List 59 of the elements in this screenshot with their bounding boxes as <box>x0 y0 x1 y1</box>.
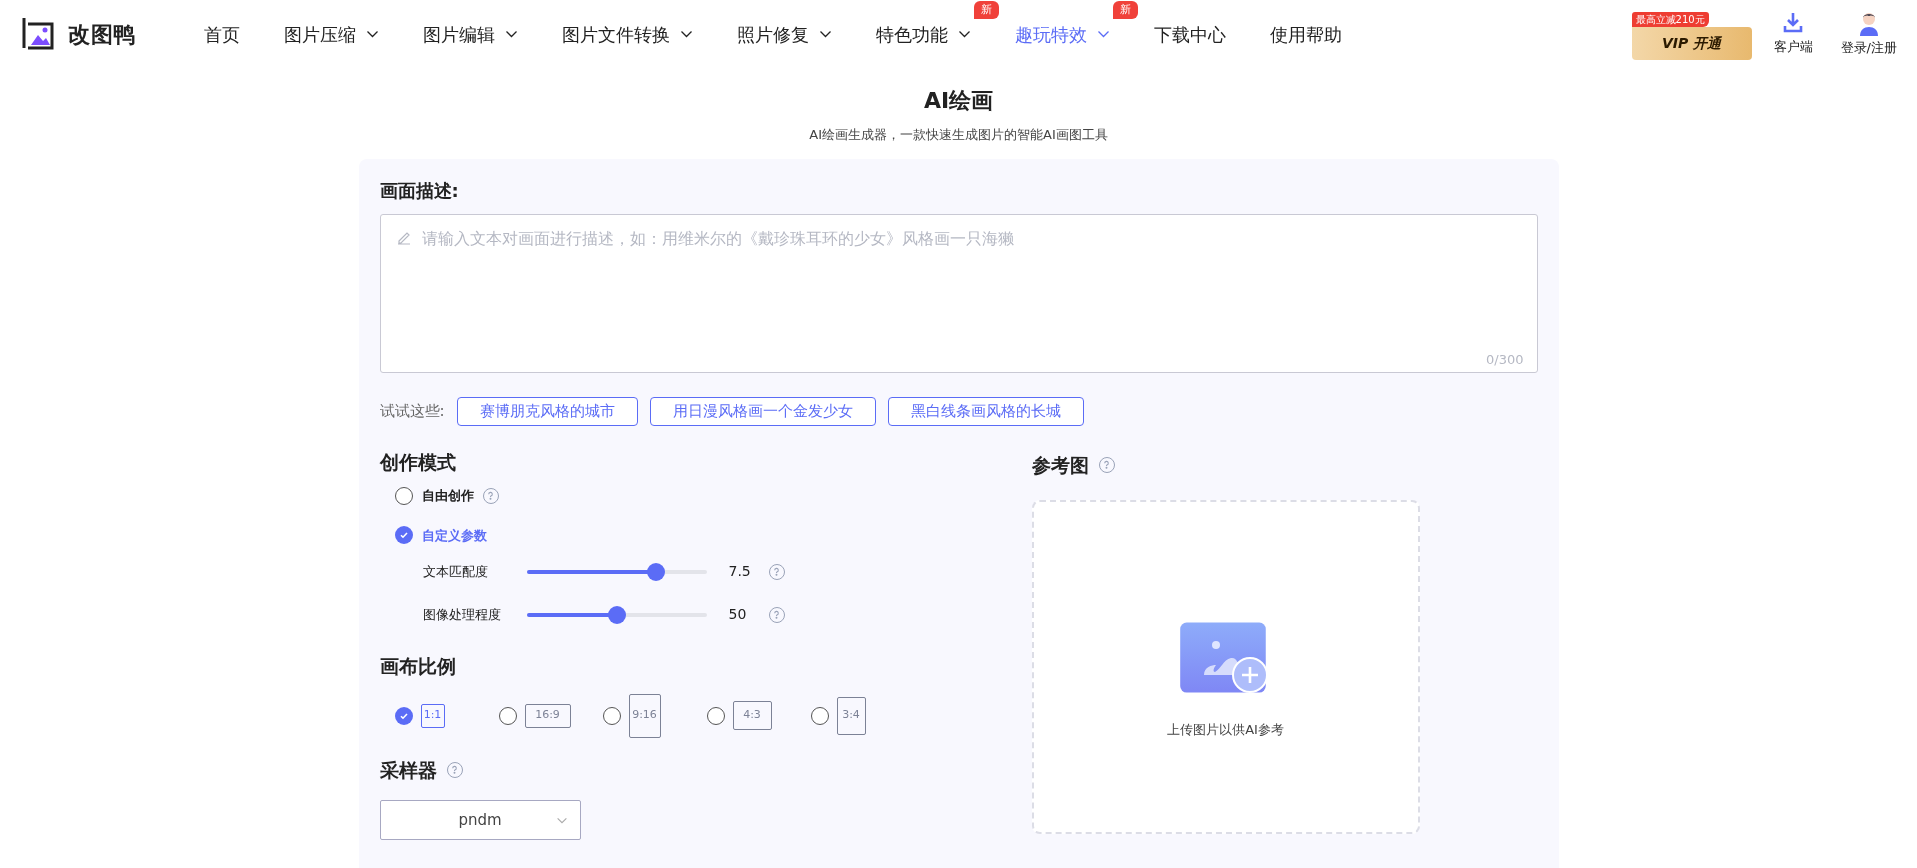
page-title: AI绘画 <box>923 87 994 115</box>
section-title: 采样器 <box>379 757 437 783</box>
slider-track[interactable] <box>526 569 707 574</box>
radio-button[interactable] <box>706 706 725 725</box>
page-subtitle: AI绘画生成器，一款快速生成图片的智能AI画图工具 <box>809 126 1108 144</box>
upload-hint: 上传图片以供AI参考 <box>1167 721 1284 740</box>
ratio-option[interactable]: 4:3 <box>732 701 772 730</box>
slider-value: 50 <box>727 605 748 624</box>
nav-link[interactable]: 使用帮助 <box>1270 20 1342 48</box>
slider-label: 文本匹配度 <box>422 562 489 581</box>
chevron-down-icon <box>555 817 568 824</box>
sampler-select[interactable]: pndm <box>379 800 581 840</box>
suggestion-chip[interactable]: 黑白线条画风格的长城 <box>887 396 1084 426</box>
slider-thumb[interactable] <box>607 605 626 624</box>
nav-link[interactable]: 下载中心 <box>1154 20 1226 48</box>
radio-checked[interactable] <box>394 526 413 545</box>
chevron-down-icon <box>505 30 518 38</box>
suggestions-label: 试试这些: <box>379 400 445 422</box>
nav-link[interactable]: 图片文件转换 <box>562 20 693 48</box>
section-label: 画面描述: <box>379 178 460 203</box>
nav-link[interactable]: 照片修复 <box>737 20 832 48</box>
login-button[interactable]: 登录/注册 <box>1840 10 1897 58</box>
section-title: 创作模式 <box>379 449 457 475</box>
chevron-down-icon <box>819 30 832 38</box>
check-icon <box>398 530 409 541</box>
new-badge: 新 <box>1113 0 1138 19</box>
nav-link[interactable]: 图片编辑 <box>423 20 518 48</box>
upload-area[interactable]: 上传图片以供AI参考 <box>1031 500 1420 834</box>
nav-link[interactable]: 图片压缩 <box>284 20 379 48</box>
mode-option-label[interactable]: 自由创作 <box>421 486 474 506</box>
logo-text: 改图鸭 <box>68 20 136 49</box>
chevron-down-icon <box>1097 30 1110 38</box>
chevron-down-icon <box>366 30 379 38</box>
slider-track[interactable] <box>526 612 707 617</box>
radio-button[interactable] <box>810 706 829 725</box>
client-download-button[interactable]: 客户端 <box>1773 11 1813 57</box>
mode-option-label[interactable]: 自定义参数 <box>421 525 487 545</box>
chevron-down-icon <box>680 30 693 38</box>
suggestion-chip[interactable]: 用日漫风格画一个金发少女 <box>649 396 876 426</box>
nav-link[interactable]: 首页 <box>204 20 240 48</box>
ratio-option[interactable]: 9:16 <box>628 693 661 738</box>
ratio-option[interactable]: 16:9 <box>524 703 571 728</box>
ratio-option[interactable]: 3:4 <box>836 696 866 735</box>
radio-button[interactable] <box>602 706 621 725</box>
vip-button[interactable]: VIP 开通 <box>1631 27 1752 60</box>
character-counter: 0/300 <box>1486 351 1524 369</box>
radio-button[interactable] <box>498 706 517 725</box>
new-badge: 新 <box>974 0 999 19</box>
slider-value: 7.5 <box>727 562 752 581</box>
slider-label: 图像处理程度 <box>422 605 502 624</box>
promo-badge: 最高立减210元 <box>1631 12 1709 27</box>
logo-icon <box>20 16 56 52</box>
radio-checked[interactable] <box>394 706 413 725</box>
chevron-down-icon <box>958 30 971 38</box>
section-title: 参考图 <box>1031 452 1089 478</box>
suggestion-chip[interactable]: 赛博朋克风格的城市 <box>456 396 638 426</box>
section-title: 画布比例 <box>379 654 457 679</box>
slider-thumb[interactable] <box>647 562 666 581</box>
radio-button[interactable] <box>394 486 413 505</box>
